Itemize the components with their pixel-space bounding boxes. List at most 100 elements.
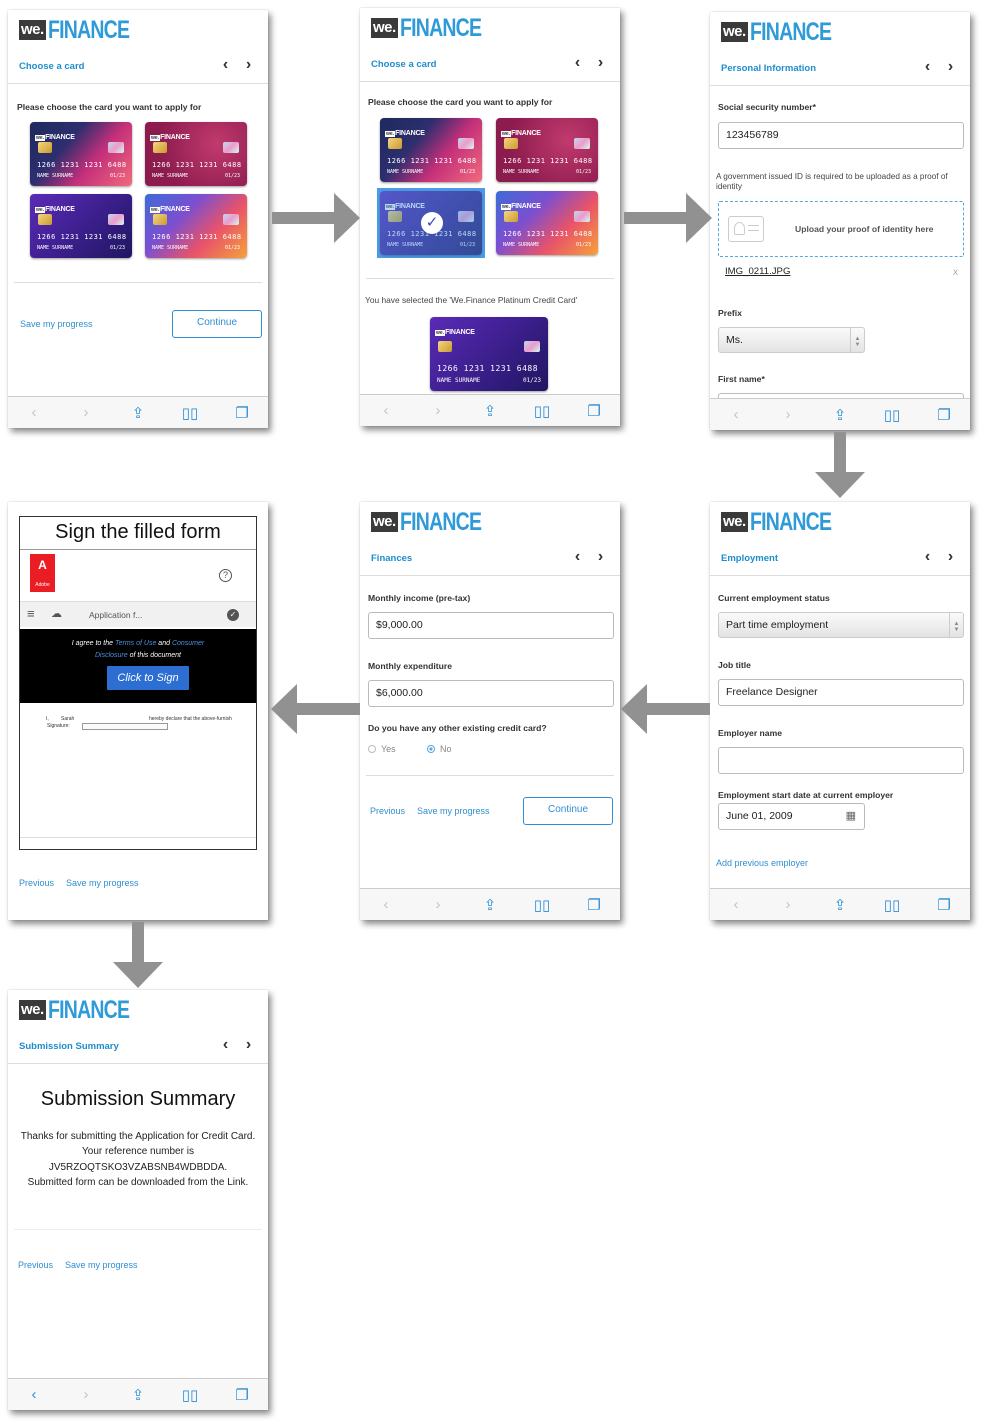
back-chevron-icon[interactable]: ‹ [217, 56, 234, 74]
upload-dropzone[interactable]: Upload your proof of identity here [718, 201, 964, 257]
save-progress-link[interactable]: Save my progress [66, 878, 139, 888]
expenditure-input[interactable]: $6,000.00 [368, 680, 614, 707]
bookmarks-icon[interactable]: ▯▯ [527, 896, 557, 914]
consumer-link[interactable]: Consumer [172, 640, 204, 647]
selected-card-text: You have selected the 'We.Finance Platin… [365, 295, 578, 305]
screen-sign-form: Sign the filled form A Adobe ? ≡ ☁ Applic… [8, 502, 268, 920]
forward-chevron-icon[interactable]: › [942, 548, 959, 566]
step-title: Submission Summary [19, 1041, 119, 1052]
card-option-1[interactable]: we.FINANCE 1266 1231 1231 6488 NAME SURNAM… [380, 118, 482, 182]
continue-button[interactable]: Continue [172, 310, 262, 338]
divider [366, 278, 614, 279]
previous-link[interactable]: Previous [19, 878, 54, 888]
share-icon[interactable]: ⇪ [475, 896, 505, 914]
back-chevron-icon[interactable]: ‹ [919, 58, 936, 76]
step-title: Finances [371, 553, 413, 564]
card-option-3[interactable]: we.FINANCE 1266 1231 1231 6488 NAME SURNAM… [30, 194, 132, 258]
title-divider [20, 549, 256, 550]
yes-radio[interactable]: Yes [368, 744, 396, 754]
tabs-icon[interactable]: ❐ [929, 896, 959, 914]
bookmarks-icon[interactable]: ▯▯ [175, 1386, 205, 1404]
menu-icon[interactable]: ≡ [27, 606, 35, 621]
click-to-sign-button[interactable]: Click to Sign [107, 666, 189, 690]
back-icon: ‹ [31, 404, 37, 421]
bookmarks-icon[interactable]: ▯▯ [527, 402, 557, 420]
forward-chevron-icon[interactable]: › [942, 58, 959, 76]
radio-icon [368, 745, 376, 753]
doc-toolbar: ≡ ☁ Application f... ✓ [20, 601, 256, 627]
card-option-2[interactable]: we.FINANCE 1266 1231 1231 6488 NAME SURNAM… [145, 122, 247, 186]
back-chevron-icon[interactable]: ‹ [569, 548, 586, 566]
signature-field[interactable] [82, 723, 168, 730]
wefinance-logo: we. FINANCE [19, 996, 130, 1024]
previous-link[interactable]: Previous [18, 1260, 53, 1270]
terms-link[interactable]: Terms of Use [115, 640, 156, 647]
bookmarks-icon[interactable]: ▯▯ [877, 406, 907, 424]
back-chevron-icon[interactable]: ‹ [569, 54, 586, 72]
start-date-label: Employment start date at current employe… [718, 790, 894, 800]
forward-icon: › [785, 896, 791, 913]
share-icon[interactable]: ⇪ [825, 896, 855, 914]
step-title: Personal Information [721, 63, 817, 74]
job-title-input[interactable]: Freelance Designer [718, 679, 964, 706]
radio-checked-icon [427, 745, 435, 753]
tabs-icon[interactable]: ❐ [227, 404, 257, 422]
back-icon[interactable]: ‹ [19, 1386, 49, 1403]
tabs-icon[interactable]: ❐ [579, 402, 609, 420]
cloud-icon[interactable]: ☁ [51, 607, 62, 620]
help-icon[interactable]: ? [219, 569, 232, 582]
employer-name-input[interactable] [718, 747, 964, 774]
card-prompt: Please choose the card you want to apply… [368, 97, 553, 107]
no-radio[interactable]: No [427, 744, 452, 754]
uploaded-file[interactable]: IMG_0211.JPG [725, 266, 790, 277]
back-chevron-icon[interactable]: ‹ [217, 1036, 234, 1054]
thanks-text: Thanks for submitting the Application fo… [20, 1131, 256, 1142]
income-input[interactable]: $9,000.00 [368, 612, 614, 639]
tabs-icon[interactable]: ❐ [929, 406, 959, 424]
adobe-logo: A Adobe [30, 554, 55, 592]
screen-choose-card: we. FINANCE Choose a card ‹ › Please choos… [8, 10, 268, 428]
share-icon[interactable]: ⇪ [123, 1386, 153, 1404]
share-icon[interactable]: ⇪ [475, 402, 505, 420]
step-header: Choose a card ‹ › [360, 48, 620, 82]
forward-chevron-icon[interactable]: › [592, 54, 609, 72]
employment-status-select[interactable]: Part time employment ▲ ▼ [718, 612, 964, 638]
reference-number: JV5RZOQTSKO3VZABSNB4WDBDDA. [48, 1161, 228, 1173]
prefix-select[interactable]: Ms. ▲ ▼ [718, 327, 865, 353]
share-icon[interactable]: ⇪ [825, 406, 855, 424]
remove-file-icon[interactable]: x [953, 267, 958, 278]
card-option-4[interactable]: we.FINANCE 1266 1231 1231 6488 NAME SURNAM… [145, 194, 247, 258]
save-progress-link[interactable]: Save my progress [417, 806, 490, 816]
save-progress-link[interactable]: Save my progress [20, 319, 93, 329]
ssn-input[interactable]: 123456789 [718, 122, 964, 149]
save-progress-link[interactable]: Save my progress [65, 1260, 138, 1270]
bookmarks-icon[interactable]: ▯▯ [175, 404, 205, 422]
continue-button[interactable]: Continue [523, 797, 613, 825]
step-header: Choose a card ‹ › [8, 50, 268, 84]
start-date-input[interactable]: June 01, 2009 ▦ [718, 803, 865, 830]
browser-toolbar: ‹ › ⇪ ▯▯ ❐ [360, 394, 620, 426]
back-icon: ‹ [383, 402, 389, 419]
tabs-icon[interactable]: ❐ [227, 1386, 257, 1404]
forward-icon: › [435, 896, 441, 913]
step-title: Choose a card [19, 61, 85, 72]
forward-chevron-icon[interactable]: › [240, 56, 257, 74]
wefinance-logo: we. FINANCE [721, 18, 832, 46]
wefinance-logo: we. FINANCE [721, 508, 832, 536]
browser-toolbar: ‹ › ⇪ ▯▯ ❐ [360, 888, 620, 920]
disclosure-link[interactable]: Disclosure [95, 652, 128, 659]
previous-link[interactable]: Previous [370, 806, 405, 816]
card-option-4[interactable]: we.FINANCE 1266 1231 1231 6488 NAME SURNAM… [496, 191, 598, 255]
divider [14, 282, 262, 283]
add-previous-employer-link[interactable]: Add previous employer [716, 858, 808, 868]
card-option-1[interactable]: we.FINANCE 1266 1231 1231 6488 NAME SURNAM… [30, 122, 132, 186]
bookmarks-icon[interactable]: ▯▯ [877, 896, 907, 914]
card-option-2[interactable]: we.FINANCE 1266 1231 1231 6488 NAME SURNAM… [496, 118, 598, 182]
back-chevron-icon[interactable]: ‹ [919, 548, 936, 566]
forward-chevron-icon[interactable]: › [592, 548, 609, 566]
calendar-icon[interactable]: ▦ [846, 809, 856, 822]
share-icon[interactable]: ⇪ [123, 404, 153, 422]
step-title: Employment [721, 553, 779, 564]
forward-chevron-icon[interactable]: › [240, 1036, 257, 1054]
tabs-icon[interactable]: ❐ [579, 896, 609, 914]
